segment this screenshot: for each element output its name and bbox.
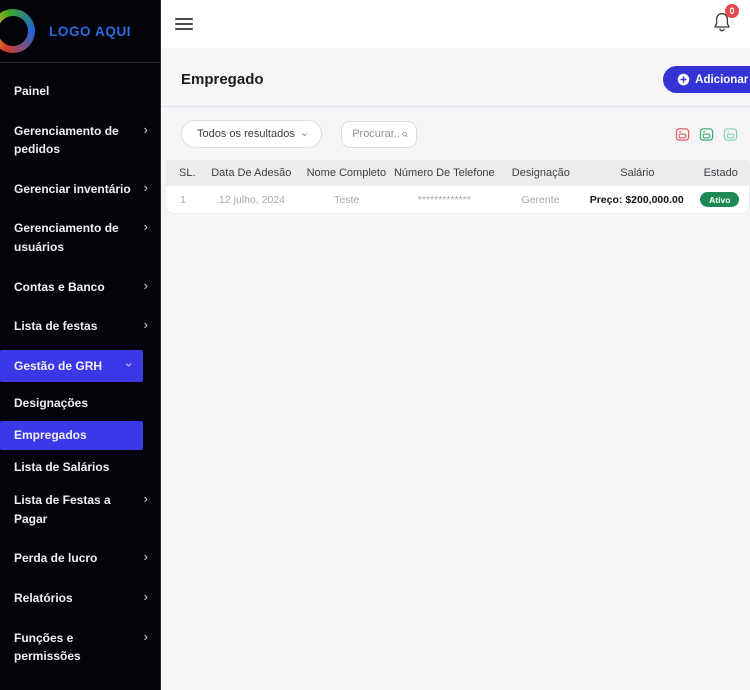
chevron-right-icon: ›: [144, 491, 148, 507]
cell-numero-de-telefone: *************: [390, 194, 498, 206]
column-header-nome-completo: Nome Completo: [302, 167, 390, 179]
chevron-right-icon: ›: [144, 219, 148, 235]
sidebar-item-gestao-de-grh[interactable]: Gestão de GRH ›: [0, 350, 143, 383]
sidebar-item-designacoes[interactable]: Designações: [0, 389, 160, 418]
sidebar-item-label: Funções e permissões: [14, 629, 132, 666]
sidebar-item-label: Gerenciamento de pedidos: [14, 122, 132, 159]
sidebar-item-label: Empregados: [14, 426, 87, 445]
search-box[interactable]: [341, 121, 417, 148]
sidebar-item-lista-de-festas-a-pagar[interactable]: Lista de Festas a Pagar ›: [0, 484, 160, 535]
sidebar-item-painel[interactable]: Painel: [0, 75, 160, 108]
sidebar-item-configuracoes[interactable]: Configurações›: [0, 680, 160, 690]
notification-badge: 0: [725, 4, 739, 18]
sidebar-item-relatorios[interactable]: Relatórios ›: [0, 582, 160, 615]
search-input[interactable]: [352, 128, 402, 140]
cell-nome-completo: Teste: [303, 194, 390, 206]
chevron-right-icon: ›: [144, 180, 148, 196]
cell-estado: Ativo: [691, 192, 749, 207]
chevron-right-icon: ›: [144, 122, 148, 138]
sidebar-nav: PainelGerenciamento de pedidos›Gerenciar…: [0, 63, 160, 690]
sidebar: LOGO AQUI Painel Gerenciamento de pedidos…: [0, 0, 161, 690]
sidebar-item-empregados[interactable]: Empregados: [0, 421, 143, 450]
results-filter-dropdown[interactable]: Todos os resultados ›: [181, 120, 322, 148]
app-window: LOGO AQUI Painel Gerenciamento de pedidos…: [0, 0, 750, 690]
search-icon: [402, 128, 408, 141]
chevron-right-icon: ›: [144, 278, 148, 294]
sidebar-item-label: Designações: [14, 394, 88, 413]
sidebar-item-label: Lista de Festas a Pagar: [14, 491, 132, 528]
results-filter-label: Todos os resultados: [197, 128, 295, 140]
logo-text: LOGO AQUI: [49, 24, 131, 39]
export-icons: [675, 127, 738, 142]
table-header-row: SL.Data De AdesãoNome CompletoNúmero De …: [165, 160, 750, 186]
column-header-estado: Estado: [691, 167, 750, 179]
notification-bell[interactable]: 0: [712, 11, 732, 38]
chevron-right-icon: ›: [144, 629, 148, 645]
sidebar-item-label: Lista de festas: [14, 317, 97, 336]
table-row: 112 julho, 2024Teste*************Gerente…: [165, 186, 750, 214]
sidebar-item-label: Lista de Salários: [14, 458, 109, 477]
logo-icon: [0, 9, 35, 53]
sidebar-item-label: Contas e Banco: [14, 278, 105, 297]
sidebar-item-contas-e-banco[interactable]: Contas e Banco ›: [0, 271, 160, 304]
column-header-numero-de-telefone: Número De Telefone: [390, 167, 498, 179]
chevron-right-icon: ›: [144, 589, 148, 605]
excel-export-icon[interactable]: [699, 127, 714, 142]
sidebar-item-gerenciar-inventario[interactable]: Gerenciar inventário ›: [0, 173, 160, 206]
content: Empregado Adicionar funcionário Todos os…: [161, 48, 750, 690]
chevron-down-icon: ›: [121, 362, 137, 366]
sidebar-item-label: Gerenciar inventário: [14, 180, 131, 199]
cell-data-de-adesao: 12 julho, 2024: [201, 194, 303, 206]
status-badge: Ativo: [700, 192, 739, 207]
column-header-sl: SL.: [165, 167, 200, 179]
topbar: 0: [161, 0, 750, 48]
sidebar-item-label: Painel: [14, 82, 49, 101]
add-employee-label: Adicionar funcionário: [695, 74, 750, 86]
sidebar-item-funcoes-e-permissoes[interactable]: Funções e permissões ›: [0, 622, 160, 673]
column-header-designacao: Designação: [498, 167, 583, 179]
sidebar-item-gerenciamento-de-usuarios[interactable]: Gerenciamento de usuários ›: [0, 212, 160, 263]
column-header-data-de-adesao: Data De Adesão: [200, 167, 302, 179]
column-header-salario: Salário: [583, 167, 691, 179]
hamburger-menu-icon[interactable]: [175, 15, 193, 33]
chevron-right-icon: ›: [144, 317, 148, 333]
sidebar-item-lista-de-festas[interactable]: Lista de festas ›: [0, 310, 160, 343]
employee-table: SL.Data De AdesãoNome CompletoNúmero De …: [165, 160, 750, 214]
sidebar-item-label: Relatórios: [14, 589, 73, 608]
sidebar-item-lista-de-salarios[interactable]: Lista de Salários: [0, 453, 160, 482]
add-employee-button[interactable]: Adicionar funcionário: [663, 66, 750, 93]
page-title: Empregado: [181, 71, 264, 88]
filter-row: Todos os resultados ›: [161, 107, 750, 160]
cell-salario: Preço: $200,000.00: [583, 194, 691, 206]
sidebar-item-gerenciamento-de-pedidos[interactable]: Gerenciamento de pedidos ›: [0, 115, 160, 166]
print-export-icon[interactable]: [723, 127, 738, 142]
table-body: 112 julho, 2024Teste*************Gerente…: [165, 186, 750, 214]
logo-row: LOGO AQUI: [0, 0, 160, 62]
plus-circle-icon: [677, 73, 690, 86]
pdf-export-icon[interactable]: [675, 127, 690, 142]
chevron-down-icon: ›: [299, 132, 310, 135]
sidebar-item-label: Gestão de GRH: [14, 357, 102, 376]
cell-designacao: Gerente: [498, 194, 583, 206]
page-header: Empregado Adicionar funcionário: [161, 48, 750, 107]
sidebar-item-perda-de-lucro[interactable]: Perda de lucro ›: [0, 542, 160, 575]
main-area: 0 Empregado Adicionar funcionário Todos …: [161, 0, 750, 690]
sidebar-item-label: Perda de lucro: [14, 549, 97, 568]
chevron-right-icon: ›: [144, 549, 148, 565]
sidebar-item-label: Gerenciamento de usuários: [14, 219, 132, 256]
cell-sl: 1: [166, 194, 201, 206]
